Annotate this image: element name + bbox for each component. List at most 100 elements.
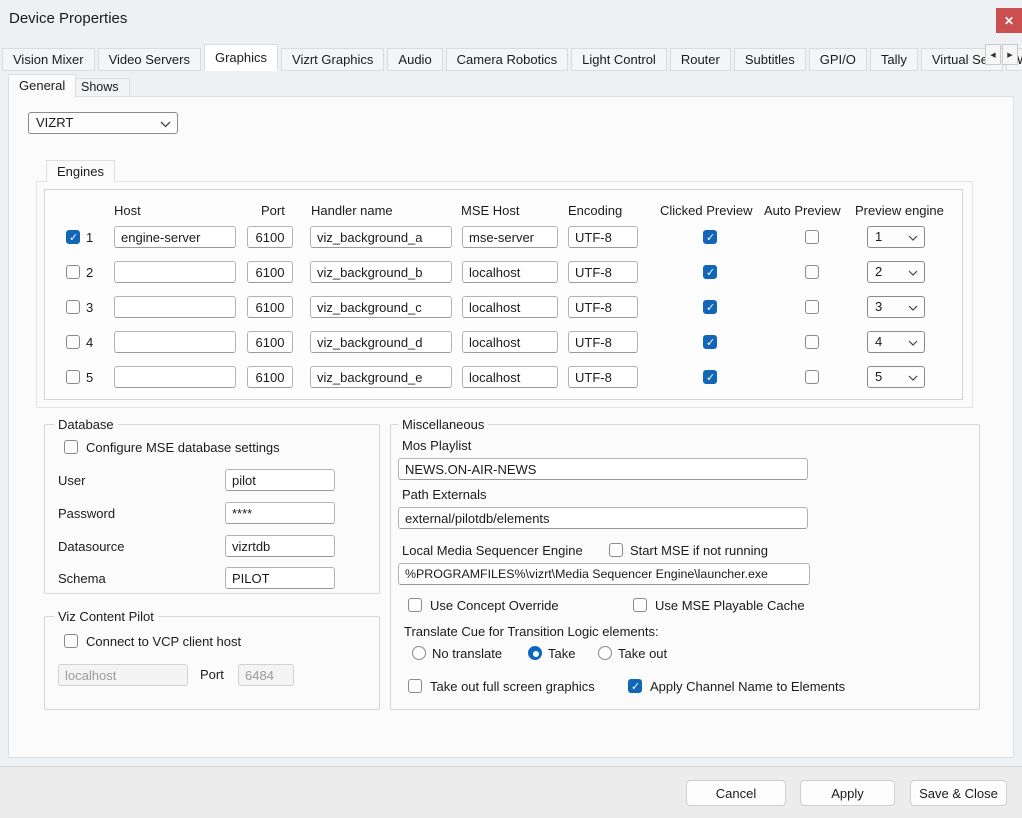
save-close-button[interactable]: Save & Close — [910, 780, 1007, 806]
handler-name-input[interactable] — [310, 296, 452, 318]
no-translate-label: No translate — [432, 646, 502, 661]
tab-tally[interactable]: Tally — [870, 48, 918, 71]
datasource-input[interactable] — [225, 535, 335, 557]
preview-engine-select[interactable]: 3 — [867, 296, 925, 318]
preview-engine-select[interactable]: 1 — [867, 226, 925, 248]
preview-engine-select[interactable]: 2 — [867, 261, 925, 283]
tab-subtitles[interactable]: Subtitles — [734, 48, 806, 71]
port-input[interactable] — [247, 331, 293, 353]
mse-host-input[interactable] — [462, 226, 558, 248]
vcp-host-input[interactable] — [58, 664, 188, 686]
encoding-input[interactable] — [568, 296, 638, 318]
port-input[interactable] — [247, 296, 293, 318]
engine-enabled-checkbox[interactable] — [66, 265, 80, 279]
engine-enabled-checkbox[interactable] — [66, 335, 80, 349]
encoding-input[interactable] — [568, 366, 638, 388]
engine-enabled-checkbox[interactable] — [66, 300, 80, 314]
tab-gpio[interactable]: GPI/O — [809, 48, 867, 71]
take-out-radio[interactable] — [598, 646, 612, 660]
host-input[interactable] — [114, 296, 236, 318]
clicked-preview-checkbox[interactable] — [703, 370, 717, 384]
tab-engines[interactable]: Engines — [46, 160, 115, 182]
path-externals-input[interactable] — [398, 507, 808, 529]
password-input[interactable] — [225, 502, 335, 524]
encoding-input[interactable] — [568, 261, 638, 283]
encoding-input[interactable] — [568, 331, 638, 353]
configure-mse-db-checkbox[interactable] — [64, 440, 78, 454]
clicked-preview-checkbox[interactable] — [703, 300, 717, 314]
no-translate-radio[interactable] — [412, 646, 426, 660]
auto-preview-checkbox[interactable] — [805, 230, 819, 244]
mse-host-input[interactable] — [462, 296, 558, 318]
engine-enabled-checkbox[interactable] — [66, 230, 80, 244]
tab-scroll-left-button[interactable]: ◀ — [985, 44, 1001, 65]
tab-vizrt-graphics[interactable]: Vizrt Graphics — [281, 48, 384, 71]
tab-video-servers[interactable]: Video Servers — [98, 48, 201, 71]
local-mse-label: Local Media Sequencer Engine — [402, 543, 583, 558]
clicked-preview-checkbox[interactable] — [703, 335, 717, 349]
renderer-select[interactable]: VIZRT — [28, 112, 178, 134]
tab-light-control[interactable]: Light Control — [571, 48, 667, 71]
tab-camera-robotics[interactable]: Camera Robotics — [446, 48, 568, 71]
chevron-down-icon — [908, 340, 918, 346]
handler-name-input[interactable] — [310, 331, 452, 353]
mse-launcher-path-input[interactable] — [398, 563, 810, 585]
use-concept-override-checkbox[interactable] — [408, 598, 422, 612]
handler-name-input[interactable] — [310, 226, 452, 248]
auto-preview-checkbox[interactable] — [805, 300, 819, 314]
tab-audio[interactable]: Audio — [387, 48, 442, 71]
handler-name-input[interactable] — [310, 366, 452, 388]
miscellaneous-legend: Miscellaneous — [398, 417, 488, 432]
auto-preview-checkbox[interactable] — [805, 335, 819, 349]
mos-playlist-input[interactable] — [398, 458, 808, 480]
encoding-input[interactable] — [568, 226, 638, 248]
preview-engine-select[interactable]: 5 — [867, 366, 925, 388]
tab-shows[interactable]: Shows — [70, 78, 130, 96]
clicked-preview-checkbox[interactable] — [703, 265, 717, 279]
column-header-mse-host: MSE Host — [461, 203, 520, 218]
host-input[interactable] — [114, 226, 236, 248]
host-input[interactable] — [114, 261, 236, 283]
connect-vcp-checkbox[interactable] — [64, 634, 78, 648]
port-input[interactable] — [247, 366, 293, 388]
take-radio[interactable] — [528, 646, 542, 660]
clicked-preview-checkbox[interactable] — [703, 230, 717, 244]
scroll-left-icon: ◀ — [990, 51, 995, 59]
auto-preview-checkbox[interactable] — [805, 370, 819, 384]
mse-host-input[interactable] — [462, 366, 558, 388]
schema-input[interactable] — [225, 567, 335, 589]
port-input[interactable] — [247, 226, 293, 248]
mse-host-input[interactable] — [462, 331, 558, 353]
auto-preview-checkbox[interactable] — [805, 265, 819, 279]
cancel-button[interactable]: Cancel — [686, 780, 786, 806]
tab-graphics[interactable]: Graphics — [204, 44, 278, 71]
port-input[interactable] — [247, 261, 293, 283]
device-tab-strip: Vision Mixer Video Servers Graphics Vizr… — [2, 44, 1022, 71]
host-input[interactable] — [114, 331, 236, 353]
apply-button[interactable]: Apply — [800, 780, 895, 806]
column-header-clicked-preview: Clicked Preview — [660, 203, 752, 218]
use-mse-playable-cache-checkbox[interactable] — [633, 598, 647, 612]
take-out-fullscreen-checkbox[interactable] — [408, 679, 422, 693]
tab-router[interactable]: Router — [670, 48, 731, 71]
vcp-port-input[interactable] — [238, 664, 294, 686]
column-header-auto-preview: Auto Preview — [764, 203, 841, 218]
take-out-label: Take out — [618, 646, 667, 661]
configure-mse-db-label: Configure MSE database settings — [86, 440, 280, 455]
user-input[interactable] — [225, 469, 335, 491]
apply-channel-name-checkbox[interactable] — [628, 679, 642, 693]
connect-vcp-label: Connect to VCP client host — [86, 634, 241, 649]
device-properties-dialog: Device Properties ✕ Vision Mixer Video S… — [0, 0, 1022, 818]
start-mse-checkbox[interactable] — [609, 543, 623, 557]
tab-vision-mixer[interactable]: Vision Mixer — [2, 48, 95, 71]
mse-host-input[interactable] — [462, 261, 558, 283]
database-group-legend: Database — [54, 417, 118, 432]
close-button[interactable]: ✕ — [996, 8, 1022, 33]
tab-scroll-right-button[interactable]: ▶ — [1002, 44, 1018, 65]
engine-enabled-checkbox[interactable] — [66, 370, 80, 384]
handler-name-input[interactable] — [310, 261, 452, 283]
tab-general[interactable]: General — [8, 74, 76, 97]
host-input[interactable] — [114, 366, 236, 388]
preview-engine-select[interactable]: 4 — [867, 331, 925, 353]
column-header-handler-name: Handler name — [311, 203, 393, 218]
